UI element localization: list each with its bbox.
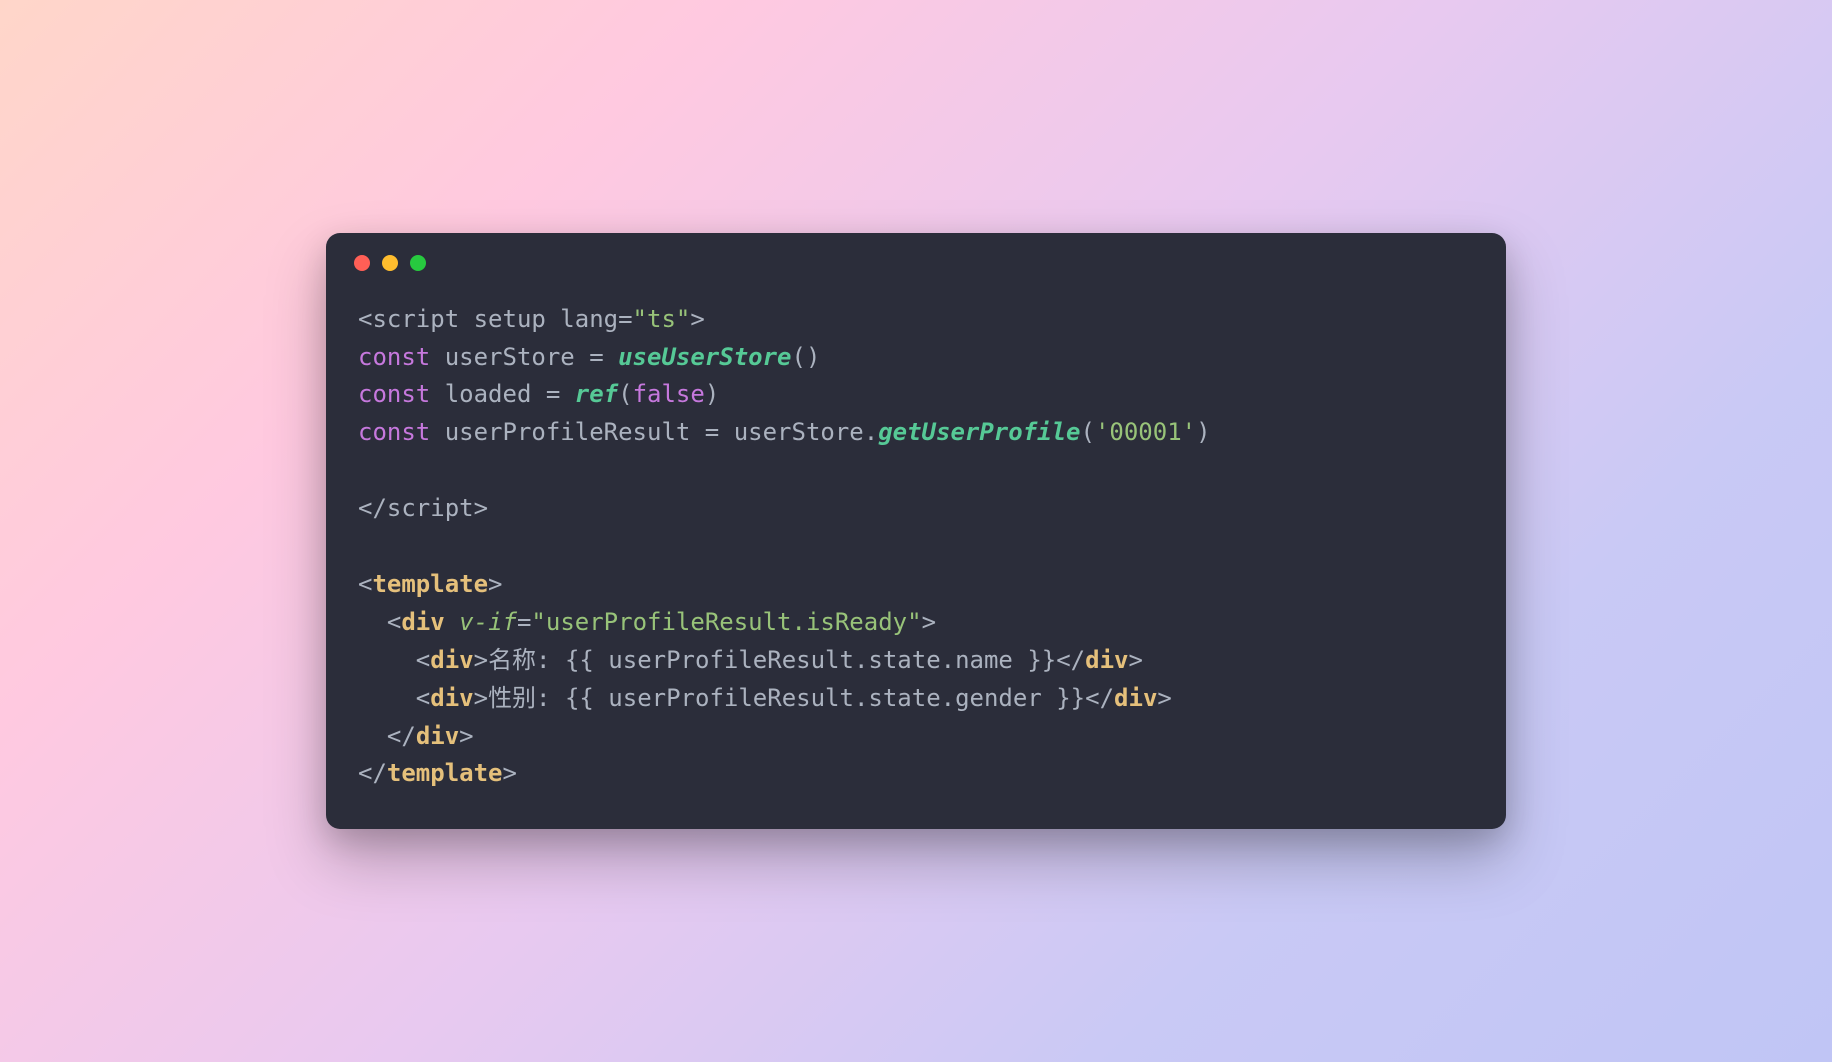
minimize-icon[interactable] — [382, 255, 398, 271]
code-line-10: <div>名称: {{ userProfileResult.state.name… — [358, 646, 1143, 674]
code-line-11: <div>性别: {{ userProfileResult.state.gend… — [358, 684, 1172, 712]
code-line-12: </div> — [358, 722, 474, 750]
code-window: <script setup lang="ts"> const userStore… — [326, 233, 1506, 830]
code-content: <script setup lang="ts"> const userStore… — [326, 277, 1506, 830]
code-line-8: <template> — [358, 570, 503, 598]
code-line-6: </script> — [358, 494, 488, 522]
code-line-13: </template> — [358, 759, 517, 787]
code-line-2: const userStore = useUserStore() — [358, 343, 820, 371]
window-titlebar — [326, 233, 1506, 277]
code-line-4: const userProfileResult = userStore.getU… — [358, 418, 1211, 446]
close-icon[interactable] — [354, 255, 370, 271]
maximize-icon[interactable] — [410, 255, 426, 271]
code-line-3: const loaded = ref(false) — [358, 380, 719, 408]
code-line-1: <script setup lang="ts"> — [358, 305, 705, 333]
code-line-9: <div v-if="userProfileResult.isReady"> — [358, 608, 936, 636]
